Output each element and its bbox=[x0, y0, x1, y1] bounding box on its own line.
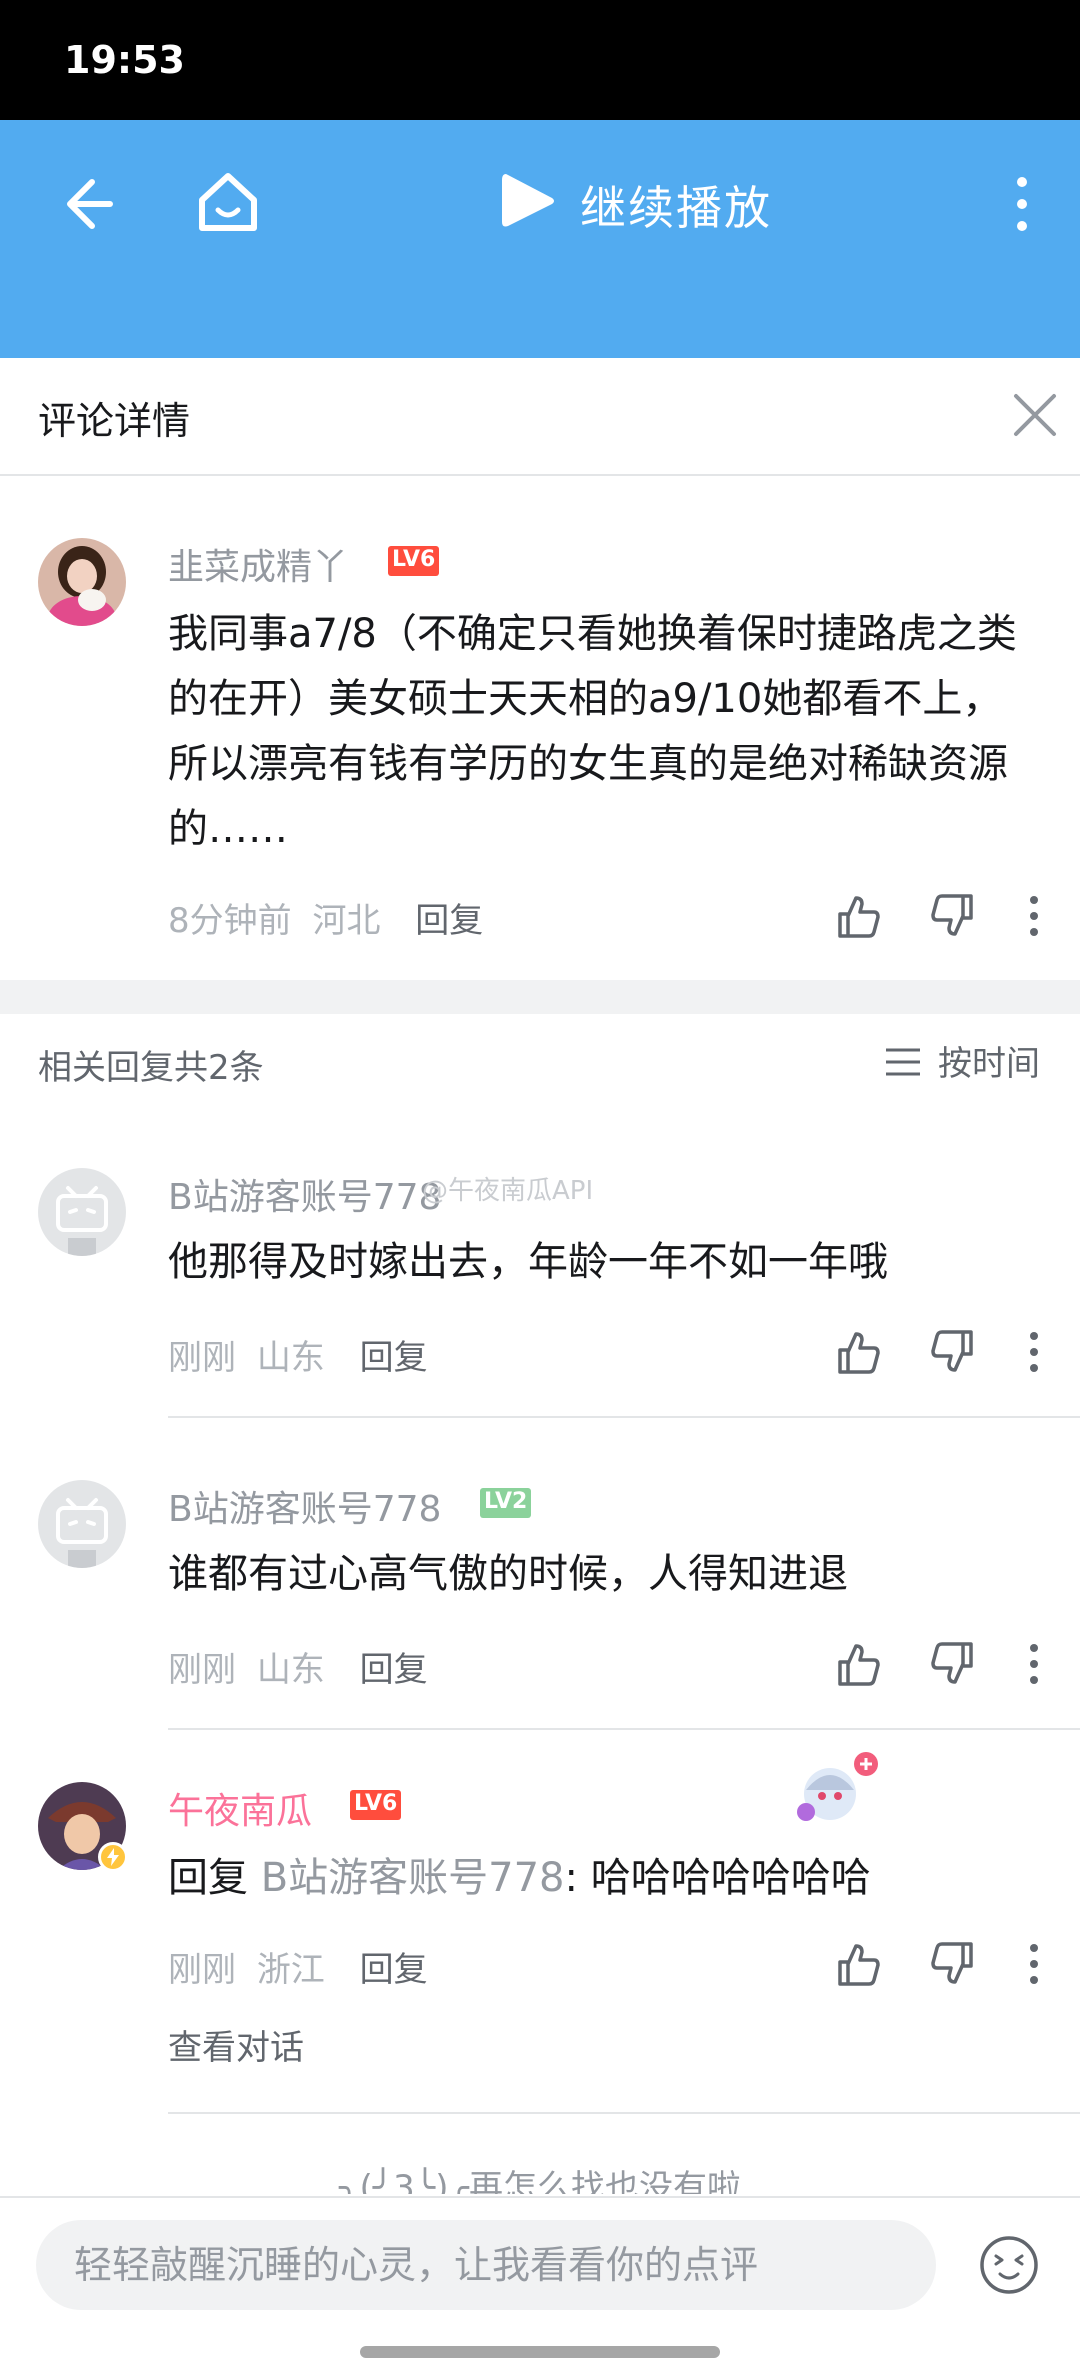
reply-time: 刚刚 bbox=[168, 1650, 236, 1690]
thumbs-up-icon[interactable] bbox=[834, 1328, 882, 1376]
username[interactable]: 午夜南瓜 bbox=[168, 1782, 312, 1834]
play-icon[interactable] bbox=[500, 170, 556, 232]
level-badge: LV2 bbox=[480, 1488, 532, 1518]
level-badge: LV6 bbox=[350, 1790, 402, 1820]
back-arrow-icon[interactable] bbox=[52, 172, 116, 236]
divider bbox=[168, 1728, 1080, 1730]
reply-meta: 刚刚 山东 回复 bbox=[168, 1642, 428, 1691]
divider bbox=[168, 1416, 1080, 1418]
level-badge: LV6 bbox=[388, 546, 440, 576]
sort-by-time-button[interactable]: 按时间 bbox=[884, 1036, 1044, 1086]
end-of-list-text: ╮(╯3╰)╭再怎么找也没有啦 bbox=[338, 2168, 742, 2194]
home-indicator[interactable] bbox=[360, 2346, 720, 2358]
comment-detail-header: 评论详情 bbox=[0, 358, 1080, 476]
comment-time: 8分钟前 bbox=[168, 901, 292, 941]
decoration-sticker-icon bbox=[792, 1750, 882, 1830]
thumbs-up-icon[interactable] bbox=[834, 892, 882, 940]
reply-text: 他那得及时嫁出去，年龄一年不如一年哦 bbox=[168, 1239, 888, 1285]
continue-play-button[interactable]: 继续播放 bbox=[580, 172, 772, 238]
username[interactable]: 韭菜成精丫 bbox=[168, 538, 348, 590]
comment-meta: 8分钟前 河北 回复 bbox=[168, 893, 483, 942]
thumbs-up-icon[interactable] bbox=[834, 1640, 882, 1688]
replies-count: 相关回复共2条 bbox=[38, 1048, 264, 1088]
reply-target-link[interactable]: B站游客账号778 bbox=[261, 1855, 565, 1901]
reply-prefix: 回复 bbox=[168, 1855, 261, 1901]
page-title: 评论详情 bbox=[38, 399, 191, 443]
divider bbox=[168, 2112, 1080, 2114]
list-icon bbox=[884, 1046, 922, 1076]
status-time: 19:53 bbox=[64, 38, 185, 82]
username[interactable]: B站游客账号778 bbox=[168, 1168, 441, 1220]
avatar[interactable] bbox=[38, 1168, 126, 1256]
reply-meta: 刚刚 浙江 回复 bbox=[168, 1942, 428, 1991]
reply-text: 谁都有过心高气傲的时候，人得知进退 bbox=[168, 1551, 848, 1597]
close-icon[interactable] bbox=[1010, 390, 1060, 440]
emoji-icon[interactable] bbox=[978, 2234, 1040, 2296]
thumbs-down-icon[interactable] bbox=[929, 1940, 977, 1988]
avatar[interactable] bbox=[38, 538, 126, 626]
reply-text: 回复 B站游客账号778: 哈哈哈哈哈哈哈 bbox=[168, 1846, 1038, 1911]
more-options-icon[interactable] bbox=[1014, 1940, 1054, 1988]
reply-button[interactable]: 回复 bbox=[360, 1338, 428, 1378]
comment-location: 河北 bbox=[312, 901, 381, 941]
username[interactable]: B站游客账号778 bbox=[168, 1480, 441, 1532]
more-options-icon[interactable] bbox=[1014, 892, 1054, 940]
thumbs-down-icon[interactable] bbox=[929, 1640, 977, 1688]
watermark-text: @午夜南瓜API bbox=[422, 1176, 594, 1206]
reply-meta: 刚刚 山东 回复 bbox=[168, 1330, 428, 1379]
thumbs-up-icon[interactable] bbox=[834, 1940, 882, 1988]
reply-time: 刚刚 bbox=[168, 1950, 236, 1990]
reply-button[interactable]: 回复 bbox=[360, 1950, 428, 1990]
more-options-icon[interactable] bbox=[1014, 1640, 1054, 1688]
comment-text: 我同事a7/8（不确定只看她换着保时捷路虎之类的在开）美女硕士天天相的a9/10… bbox=[168, 611, 1017, 852]
reply-button[interactable]: 回复 bbox=[360, 1650, 428, 1690]
thumbs-down-icon[interactable] bbox=[929, 892, 977, 940]
status-bar: 19:53 bbox=[0, 0, 1080, 120]
reply-body: : 哈哈哈哈哈哈哈 bbox=[564, 1855, 871, 1901]
reply-location: 山东 bbox=[256, 1650, 325, 1690]
thumbs-down-icon[interactable] bbox=[929, 1328, 977, 1376]
sort-label: 按时间 bbox=[938, 1044, 1040, 1084]
section-divider bbox=[0, 980, 1080, 1014]
vip-badge-icon bbox=[98, 1842, 128, 1872]
app-header: 继续播放 bbox=[0, 120, 1080, 358]
more-options-icon[interactable] bbox=[1014, 1328, 1054, 1376]
comment-input[interactable] bbox=[36, 2220, 936, 2310]
reply-location: 浙江 bbox=[256, 1950, 325, 1990]
reply-location: 山东 bbox=[256, 1338, 325, 1378]
comment-input-bar bbox=[0, 2196, 1080, 2376]
more-vertical-icon[interactable] bbox=[1002, 172, 1042, 236]
home-icon[interactable] bbox=[192, 166, 264, 238]
avatar[interactable] bbox=[38, 1480, 126, 1568]
reply-time: 刚刚 bbox=[168, 1338, 236, 1378]
view-conversation-link[interactable]: 查看对话 bbox=[168, 2020, 304, 2069]
reply-button[interactable]: 回复 bbox=[415, 901, 483, 941]
